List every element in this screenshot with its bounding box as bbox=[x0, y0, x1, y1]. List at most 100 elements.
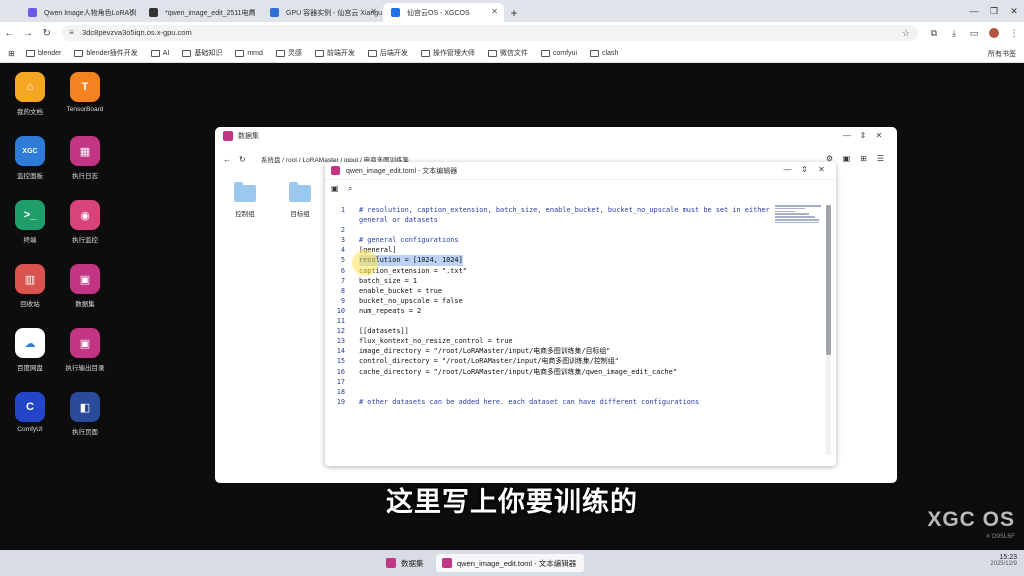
extensions-icon[interactable]: ⧉ bbox=[924, 28, 944, 39]
bookmark-label: AI bbox=[162, 49, 170, 57]
desktop-icon-label: 百度网盘 bbox=[17, 365, 43, 372]
forward-icon[interactable]: → bbox=[19, 28, 38, 39]
reload-icon[interactable]: ↻ bbox=[37, 28, 56, 39]
browser-tab[interactable]: 仙宫云OS - XGCOS ✕ bbox=[383, 3, 504, 22]
taskbar: 数据集 qwen_image_edit.toml - 文本编辑器 15:23 2… bbox=[0, 550, 1024, 576]
brand-name: XGC OS bbox=[927, 508, 1015, 531]
folder-icon bbox=[487, 49, 497, 57]
grid-view-icon[interactable]: ⊞ bbox=[855, 154, 872, 163]
avatar[interactable] bbox=[989, 27, 999, 38]
desktop-icon[interactable]: ◉ 执行监控 bbox=[55, 200, 115, 244]
folder-icon bbox=[289, 182, 311, 202]
menu-icon[interactable]: ⋮ bbox=[1004, 28, 1024, 39]
search-icon[interactable]: ⌕ bbox=[348, 184, 365, 194]
code-line: 5 resolution = [1024, 1024] bbox=[325, 255, 775, 266]
desktop-icon[interactable]: XGC 监控面板 bbox=[0, 136, 60, 180]
clock-date: 2025/12/9 bbox=[990, 561, 1017, 567]
bookmark-item[interactable]: 前端开发 bbox=[314, 48, 355, 58]
desktop-icon[interactable]: ⌂ 我的文档 bbox=[0, 72, 60, 116]
desktop-icon[interactable]: ▣ 数据集 bbox=[55, 264, 115, 308]
browser-tab[interactable]: *qwen_image_edit_2511电商 ✕ bbox=[141, 3, 262, 22]
download-icon[interactable]: ⤓ bbox=[944, 28, 964, 39]
apps-icon[interactable]: ⊞ bbox=[8, 49, 26, 58]
url-input[interactable]: ≡ 3dc8pevzva3o5iqn.os.x-gpu.com ☆ bbox=[62, 25, 918, 41]
restore-icon[interactable]: ⇕ bbox=[855, 131, 871, 140]
folder-item-target[interactable]: 目标组 bbox=[280, 182, 320, 218]
code-text: # general configurations bbox=[359, 236, 459, 245]
desktop-icon-label: 执行页面 bbox=[72, 429, 98, 436]
back-icon[interactable]: ← bbox=[223, 155, 239, 164]
bookmark-item[interactable]: clash bbox=[590, 48, 618, 58]
desktop-icon[interactable]: ▣ 执行输出目录 bbox=[55, 328, 115, 372]
bookmark-item[interactable]: 操作管理大师 bbox=[420, 48, 475, 58]
tab-close-icon[interactable]: ✕ bbox=[249, 7, 256, 16]
desktop-icon-label: 执行日志 bbox=[72, 173, 98, 180]
desktop-icon[interactable]: T TensorBoard bbox=[55, 72, 115, 113]
bookmark-item[interactable]: AI bbox=[150, 48, 170, 58]
bookmark-item[interactable]: blender bbox=[26, 48, 61, 58]
desktop-icon[interactable]: ▥ 回收站 bbox=[0, 264, 60, 308]
close-icon[interactable]: ✕ bbox=[1004, 0, 1024, 22]
desktop-icon[interactable]: >_ 终端 bbox=[0, 200, 60, 244]
code-line: 17 bbox=[325, 377, 775, 387]
close-icon[interactable]: ✕ bbox=[871, 131, 887, 140]
image-view-icon[interactable]: ▣ bbox=[838, 154, 855, 163]
editor-titlebar: qwen_image_edit.toml - 文本编辑器 — ⇕ ✕ bbox=[325, 162, 836, 180]
refresh-icon[interactable]: ↻ bbox=[239, 155, 255, 164]
bookmark-item[interactable]: blender插件开发 bbox=[74, 48, 138, 58]
sidebar-icon[interactable]: ▭ bbox=[964, 28, 984, 39]
line-number: 3 bbox=[340, 236, 345, 245]
desktop-icon-label: 执行输出目录 bbox=[65, 365, 105, 372]
browser-tab[interactable]: GPU 容器实例 - 仙宫云 Xiangu ✕ bbox=[262, 3, 383, 22]
code-editor[interactable]: 1 # resolution, caption_extension, batch_… bbox=[325, 205, 775, 407]
tab-title: GPU 容器实例 - 仙宫云 Xiangu bbox=[286, 9, 383, 17]
bookmark-star-icon[interactable]: ☆ bbox=[902, 25, 910, 41]
close-icon[interactable]: ✕ bbox=[813, 165, 830, 174]
list-view-icon[interactable]: ☰ bbox=[872, 154, 889, 163]
bookmark-item[interactable]: comfyui bbox=[540, 48, 577, 58]
bookmark-item[interactable]: 微信文件 bbox=[487, 48, 528, 58]
desktop-icon[interactable]: ▦ 执行日志 bbox=[55, 136, 115, 180]
bookmark-item[interactable]: 灵感 bbox=[275, 48, 302, 58]
minimize-icon[interactable]: — bbox=[839, 131, 855, 140]
taskbar-label: qwen_image_edit.toml - 文本编辑器 bbox=[457, 558, 577, 568]
line-number: 1 bbox=[340, 206, 345, 214]
folder-label: 目标组 bbox=[290, 211, 310, 218]
restore-icon[interactable]: ⇕ bbox=[796, 165, 813, 174]
all-bookmarks-link[interactable]: 所有书签 bbox=[988, 49, 1016, 59]
bookmark-item[interactable]: mmd bbox=[235, 48, 263, 58]
scrollbar-thumb[interactable] bbox=[826, 205, 831, 355]
maximize-icon[interactable]: ❐ bbox=[984, 0, 1004, 22]
folder-icon bbox=[150, 49, 160, 57]
save-icon[interactable]: ▣ bbox=[331, 184, 348, 193]
tab-close-icon[interactable]: ✕ bbox=[370, 7, 377, 16]
tab-favicon-icon bbox=[149, 8, 158, 17]
clock[interactable]: 15:23 2025/12/9 bbox=[990, 554, 1017, 567]
taskbar-item-dataset[interactable]: 数据集 bbox=[380, 554, 432, 572]
desktop-icon-label: TensorBoard bbox=[66, 106, 104, 113]
taskbar-item-editor[interactable]: qwen_image_edit.toml - 文本编辑器 bbox=[436, 554, 585, 572]
minimize-icon[interactable]: — bbox=[964, 0, 984, 22]
cursor-highlight bbox=[352, 250, 378, 276]
taskbar-label: 数据集 bbox=[401, 558, 424, 568]
bookmark-item[interactable]: 基础知识 bbox=[182, 48, 222, 58]
new-tab-button[interactable]: + bbox=[504, 3, 524, 22]
app-icon: ▣ bbox=[70, 264, 100, 294]
folder-icon bbox=[182, 49, 192, 57]
browser-tab[interactable]: Qwen Image人物角色LoRA训 ✕ bbox=[20, 3, 141, 22]
folder-item-control[interactable]: 控制组 bbox=[225, 182, 265, 218]
back-icon[interactable]: ← bbox=[0, 28, 19, 39]
desktop-icon[interactable]: C ComfyUI bbox=[0, 392, 60, 433]
desktop-icon[interactable]: ☁ 百度网盘 bbox=[0, 328, 60, 372]
tab-close-icon[interactable]: ✕ bbox=[491, 7, 498, 16]
tab-favicon-icon bbox=[391, 8, 400, 17]
tab-title: *qwen_image_edit_2511电商 bbox=[165, 9, 256, 17]
minimize-icon[interactable]: — bbox=[779, 165, 796, 174]
desktop-icon[interactable]: ◧ 执行页面 bbox=[55, 392, 115, 436]
minimap[interactable] bbox=[775, 205, 823, 227]
site-info-icon[interactable]: ≡ bbox=[69, 25, 74, 41]
bookmark-label: blender插件开发 bbox=[86, 50, 138, 57]
video-subtitle: 这里写上你要训练的 bbox=[386, 487, 638, 518]
tab-close-icon[interactable]: ✕ bbox=[128, 7, 135, 16]
bookmark-item[interactable]: 后端开发 bbox=[367, 48, 408, 58]
